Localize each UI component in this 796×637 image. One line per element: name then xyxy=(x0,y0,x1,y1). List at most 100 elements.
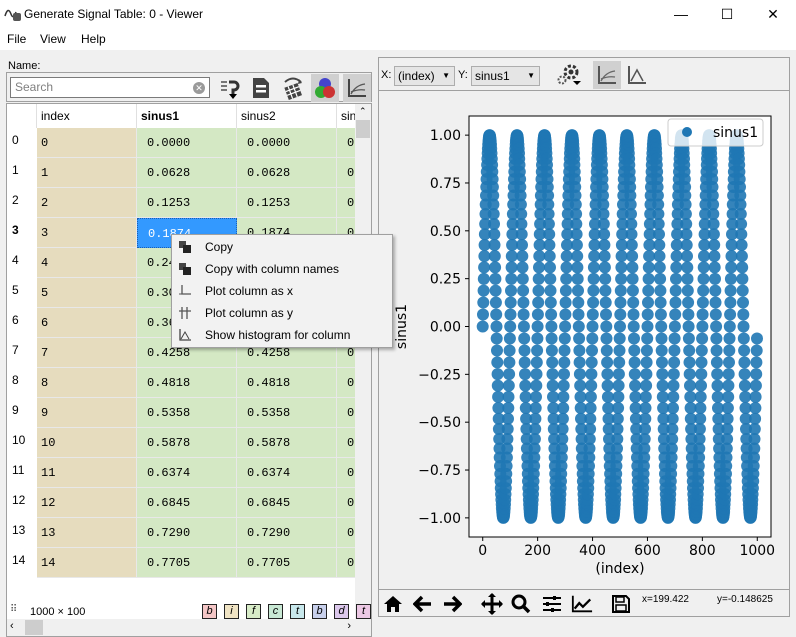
table-cell-sinus2[interactable]: 0.5878 xyxy=(237,428,337,458)
context-menu-item[interactable]: Show histogram for column xyxy=(172,324,392,346)
sort-icon[interactable] xyxy=(217,74,245,102)
table-cell-sin[interactable]: 0 xyxy=(337,488,357,518)
table-cell-sin[interactable]: 0 xyxy=(337,428,357,458)
scatter-chart[interactable]: 0 200 400 600 800 1000 −1.00 −0.75 −0.50 −0.25 0.0… xyxy=(379,92,789,592)
context-menu-item[interactable]: Plot column as x xyxy=(172,280,392,302)
table-cell-sinus1[interactable]: 0.0000 xyxy=(137,128,237,158)
table-cell-index[interactable]: 0 xyxy=(37,128,137,158)
vertical-scrollbar[interactable]: ⌃ ⌄ xyxy=(355,104,371,620)
table-cell-index[interactable]: 4 xyxy=(37,248,137,278)
column-header-sinus1[interactable]: sinus1 xyxy=(137,104,237,128)
row-header[interactable]: 13 xyxy=(7,523,37,537)
type-badge[interactable]: d xyxy=(334,604,349,619)
forward-arrow-icon[interactable] xyxy=(441,593,463,615)
context-menu-item[interactable]: Copy with column names xyxy=(172,258,392,280)
vertical-scroll-thumb[interactable] xyxy=(356,120,370,138)
row-header[interactable]: 2 xyxy=(7,193,37,207)
line-plot-icon[interactable] xyxy=(593,61,621,89)
table-cell-index[interactable]: 12 xyxy=(37,488,137,518)
table-cell-index[interactable]: 5 xyxy=(37,278,137,308)
table-cell-sinus2[interactable]: 0.6374 xyxy=(237,458,337,488)
row-header[interactable]: 8 xyxy=(7,373,37,387)
table-cell-sinus1[interactable]: 0.7705 xyxy=(137,548,237,578)
table-cell-index[interactable]: 8 xyxy=(37,368,137,398)
column-header-sinus2[interactable]: sinus2 xyxy=(237,104,337,128)
type-badge[interactable]: f xyxy=(246,604,261,619)
table-cell-sinus1[interactable]: 0.6374 xyxy=(137,458,237,488)
table-cell-sinus1[interactable]: 0.7290 xyxy=(137,518,237,548)
pan-icon[interactable] xyxy=(481,593,503,615)
table-cell-sinus1[interactable]: 0.5358 xyxy=(137,398,237,428)
menu-file[interactable]: File xyxy=(7,32,26,46)
settings-gear-icon[interactable] xyxy=(555,61,583,89)
table-cell-sinus1[interactable]: 0.0628 xyxy=(137,158,237,188)
home-icon[interactable] xyxy=(382,593,404,615)
table-cell-index[interactable]: 3 xyxy=(37,218,137,248)
row-header[interactable]: 3 xyxy=(7,223,37,237)
table-cell-index[interactable]: 13 xyxy=(37,518,137,548)
row-header[interactable]: 12 xyxy=(7,493,37,507)
column-header-sinus3[interactable]: sin xyxy=(337,104,357,128)
row-header[interactable]: 6 xyxy=(7,313,37,327)
minimize-button[interactable]: — xyxy=(658,0,704,28)
table-cell-sin[interactable]: 0 xyxy=(337,548,357,578)
table-cell-sinus2[interactable]: 0.0000 xyxy=(237,128,337,158)
table-cell-index[interactable]: 10 xyxy=(37,428,137,458)
zoom-icon[interactable] xyxy=(510,593,532,615)
column-header-index[interactable]: index xyxy=(37,104,137,128)
row-header[interactable]: 7 xyxy=(7,343,37,357)
row-header[interactable]: 1 xyxy=(7,163,37,177)
row-header[interactable]: 4 xyxy=(7,253,37,267)
x-axis-select[interactable]: (index) ▼ xyxy=(394,66,455,86)
row-header[interactable]: 0 xyxy=(7,133,37,147)
subplots-config-icon[interactable] xyxy=(541,593,563,615)
table-cell-index[interactable]: 14 xyxy=(37,548,137,578)
table-cell-sinus2[interactable]: 0.0628 xyxy=(237,158,337,188)
table-cell-sinus2[interactable]: 0.6845 xyxy=(237,488,337,518)
y-axis-select[interactable]: sinus1 ▼ xyxy=(471,66,540,86)
scroll-up-icon[interactable]: ⌃ xyxy=(359,106,367,117)
clear-search-icon[interactable]: ✕ xyxy=(193,82,205,94)
table-cell-sinus1[interactable]: 0.6845 xyxy=(137,488,237,518)
type-badge[interactable]: i xyxy=(224,604,239,619)
type-badge[interactable]: b xyxy=(202,604,217,619)
search-input[interactable]: Search ✕ xyxy=(10,77,210,98)
table-cell-index[interactable]: 7 xyxy=(37,338,137,368)
table-cell-sin[interactable]: 0 xyxy=(337,188,357,218)
axes-edit-icon[interactable] xyxy=(571,593,593,615)
table-cell-sin[interactable]: 0 xyxy=(337,128,357,158)
type-badge[interactable]: t xyxy=(356,604,371,619)
document-icon[interactable] xyxy=(247,74,275,102)
context-menu-item[interactable]: Copy xyxy=(172,236,392,258)
menu-help[interactable]: Help xyxy=(81,32,106,46)
maximize-button[interactable]: ☐ xyxy=(704,0,750,28)
table-cell-sinus2[interactable]: 0.1253 xyxy=(237,188,337,218)
table-rotate-icon[interactable] xyxy=(279,74,307,102)
table-cell-index[interactable]: 9 xyxy=(37,398,137,428)
table-cell-sinus2[interactable]: 0.4818 xyxy=(237,368,337,398)
table-cell-sinus1[interactable]: 0.1253 xyxy=(137,188,237,218)
table-cell-index[interactable]: 2 xyxy=(37,188,137,218)
type-badge[interactable]: t xyxy=(290,604,305,619)
type-badge[interactable]: c xyxy=(268,604,283,619)
table-cell-sinus2[interactable]: 0.5358 xyxy=(237,398,337,428)
table-cell-sin[interactable]: 0 xyxy=(337,398,357,428)
table-cell-sin[interactable]: 0 xyxy=(337,368,357,398)
table-cell-sinus1[interactable]: 0.5878 xyxy=(137,428,237,458)
color-map-icon[interactable] xyxy=(311,74,339,102)
table-cell-sin[interactable]: 0 xyxy=(337,458,357,488)
close-button[interactable]: ✕ xyxy=(750,0,796,28)
row-header[interactable]: 5 xyxy=(7,283,37,297)
table-cell-sinus1[interactable]: 0.4818 xyxy=(137,368,237,398)
data-table[interactable]: index sinus1 sinus2 sin 0 0 0.0000 0.0000 0 1… xyxy=(6,103,372,637)
row-header[interactable]: 10 xyxy=(7,433,37,447)
table-cell-sinus2[interactable]: 0.7705 xyxy=(237,548,337,578)
row-header[interactable]: 9 xyxy=(7,403,37,417)
save-icon[interactable] xyxy=(610,593,632,615)
back-arrow-icon[interactable] xyxy=(412,593,434,615)
type-badge[interactable]: b xyxy=(312,604,327,619)
row-header[interactable]: 11 xyxy=(7,463,37,477)
table-cell-index[interactable]: 11 xyxy=(37,458,137,488)
row-header[interactable]: 14 xyxy=(7,553,37,567)
menu-view[interactable]: View xyxy=(40,32,66,46)
